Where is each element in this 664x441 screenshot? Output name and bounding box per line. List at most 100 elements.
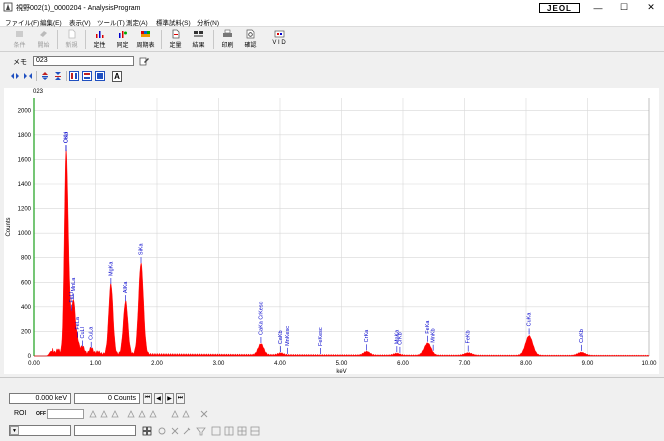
peak-label: CrKa: [364, 329, 370, 342]
overlay-icon[interactable]: [142, 426, 152, 436]
print-icon: [223, 29, 232, 37]
refresh-icon[interactable]: [157, 426, 167, 436]
conditions-icon: [16, 31, 23, 37]
print-button[interactable]: 印刷: [216, 29, 239, 50]
memo-input[interactable]: 023: [33, 56, 134, 66]
peak-label: CaKb: [278, 330, 284, 344]
spectrum-name-field[interactable]: [74, 425, 136, 436]
toolbar-separator: [36, 71, 37, 81]
horizontal-scrollbar[interactable]: [0, 377, 664, 390]
periodic-table-button[interactable]: 周期表: [134, 29, 157, 50]
peak-label: MnKesc: [285, 326, 291, 346]
y-tick-label: 400: [21, 305, 32, 311]
toolbar-separator: [66, 71, 67, 81]
compress-vertical-icon[interactable]: [53, 71, 63, 81]
zoom-out-icon[interactable]: [23, 71, 33, 81]
peak-label: CuKa: [527, 312, 533, 327]
roi-edit-icon[interactable]: [110, 409, 120, 419]
y-tick-label: 800: [21, 256, 32, 262]
clear-icon[interactable]: [170, 426, 180, 436]
toolbar-separator: [85, 30, 86, 49]
roi-toggle[interactable]: OFF: [36, 411, 46, 417]
text-format-button[interactable]: A: [112, 71, 122, 82]
y-tick-label: 1000: [18, 231, 32, 237]
spectrum-title: 023: [33, 89, 44, 95]
start-button[interactable]: 開始: [32, 29, 55, 50]
peak-label: MgKa: [108, 261, 114, 276]
close-button[interactable]: ✕: [639, 0, 663, 15]
result-button[interactable]: 結果: [187, 29, 210, 50]
roi-remove-icon[interactable]: [99, 409, 109, 419]
peak-label: FeLl: [69, 292, 75, 303]
x-tick-label: 6.00: [397, 361, 409, 367]
qualitative-button[interactable]: 定性: [88, 29, 111, 50]
layout-grid-icon[interactable]: [237, 426, 247, 436]
y-tick-label: 1600: [18, 157, 32, 163]
roi-range-icon[interactable]: [148, 409, 158, 419]
toolbar-separator: [57, 30, 58, 49]
menu-file[interactable]: ファイル(F): [5, 17, 39, 27]
vid-button[interactable]: V I D: [262, 29, 296, 50]
roi-up-icon[interactable]: [170, 409, 180, 419]
roi-delete-icon[interactable]: [199, 409, 209, 419]
display-mode-3-icon[interactable]: [95, 71, 105, 81]
counts-readout: 0 Counts: [74, 393, 140, 404]
brand-logo: JEOL: [539, 3, 580, 13]
x-tick-label: 0.00: [28, 361, 40, 367]
nav-last-button[interactable]: ⏭: [176, 393, 185, 404]
maximize-button[interactable]: ☐: [612, 0, 636, 15]
conditions-button[interactable]: 条件: [8, 29, 31, 50]
qualitative-icon: [96, 31, 104, 38]
new-button[interactable]: 新規: [60, 29, 83, 50]
peak-label: CuLl: [80, 327, 86, 338]
menu-measure[interactable]: 測定(A): [126, 17, 148, 27]
identify-button[interactable]: 同定: [111, 29, 134, 50]
start-icon: [40, 31, 47, 37]
nav-first-button[interactable]: ⏮: [143, 393, 152, 404]
menu-tools[interactable]: ツール(T): [97, 17, 125, 27]
quantitative-button[interactable]: 定量: [164, 29, 187, 50]
zoom-in-icon[interactable]: [10, 71, 20, 81]
peak-label: CaKa CrKesc: [258, 301, 264, 335]
y-tick-label: 1400: [18, 182, 32, 188]
layout-single-icon[interactable]: [211, 426, 221, 436]
peak-label: FeKb: [466, 330, 472, 343]
filter-icon[interactable]: [196, 426, 206, 436]
peak-label: CuKb: [579, 329, 585, 343]
menu-edit[interactable]: 編集(E): [40, 17, 62, 27]
result-icon: [194, 31, 203, 37]
menu-analysis[interactable]: 分析(N): [197, 17, 219, 27]
confirm-button[interactable]: 確認: [239, 29, 262, 50]
layout-rows-icon[interactable]: [250, 426, 260, 436]
roi-right-icon[interactable]: [137, 409, 147, 419]
window-title: 視野002(1)_0000204 - AnalysisProgram: [16, 5, 141, 12]
x-tick-label: 4.00: [274, 361, 286, 367]
memo-edit-icon[interactable]: [139, 56, 149, 66]
roi-down-icon[interactable]: [181, 409, 191, 419]
menu-standard[interactable]: 標準試料(S): [156, 17, 191, 27]
display-mode-2-icon[interactable]: [82, 71, 92, 81]
nav-next-button[interactable]: ▶: [165, 393, 174, 404]
peak-label: MnKb: [431, 328, 437, 342]
peak-label: CuLl: [63, 132, 69, 143]
identify-icon: [119, 31, 127, 38]
x-tick-label: 7.00: [459, 361, 471, 367]
tools-icon[interactable]: [182, 426, 192, 436]
nav-prev-button[interactable]: ◀: [154, 393, 163, 404]
chevron-down-icon[interactable]: ▼: [10, 426, 19, 435]
roi-left-icon[interactable]: [126, 409, 136, 419]
display-mode-1-icon[interactable]: [69, 71, 79, 81]
spectrum-chart[interactable]: 0 200 400 600 800 1000 1200 1400 1600 1800 2000 0.0…: [4, 88, 659, 374]
x-tick-label: 8.00: [520, 361, 532, 367]
roi-add-icon[interactable]: [88, 409, 98, 419]
roi-field[interactable]: [47, 409, 84, 419]
layout-split-icon[interactable]: [224, 426, 234, 436]
y-tick-label: 0: [28, 354, 32, 360]
roi-label: ROI: [14, 410, 27, 417]
expand-vertical-icon[interactable]: [40, 71, 50, 81]
menu-view[interactable]: 表示(V): [69, 17, 91, 27]
toolbar-separator: [161, 30, 162, 49]
periodic-table-icon: [141, 31, 150, 37]
minimize-button[interactable]: —: [586, 0, 610, 15]
y-tick-label: 1800: [18, 133, 32, 139]
